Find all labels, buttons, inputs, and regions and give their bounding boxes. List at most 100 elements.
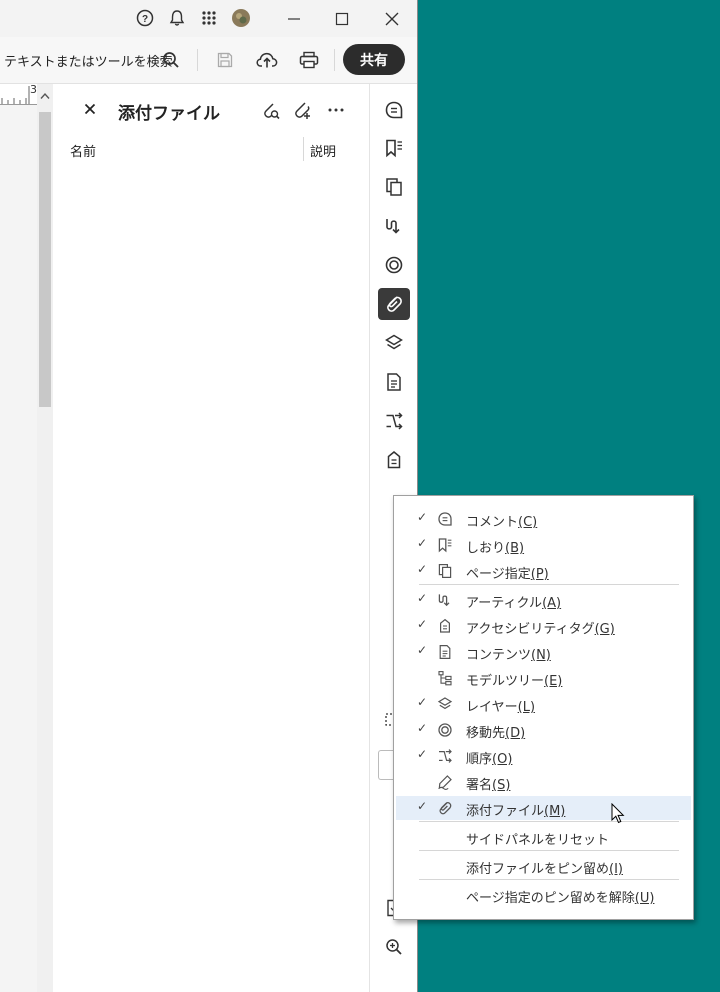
check-icon: ✓	[417, 721, 428, 735]
divider	[334, 49, 335, 71]
menu-item-label: 添付ファイルをピン留め	[466, 862, 610, 877]
order-icon	[436, 747, 454, 765]
menu-item-reset-side-panel[interactable]: サイドパネルをリセット	[396, 825, 691, 849]
close-window-button[interactable]	[368, 0, 416, 37]
menu-item-bookmarks[interactable]: ✓ しおり(B)	[396, 533, 691, 557]
tags-icon	[436, 617, 454, 635]
menu-separator	[419, 821, 679, 822]
menu-item-accel: (B)	[505, 541, 525, 556]
side-panel-context-menu: ✓ コメント(C) ✓ しおり(B) ✓ ページ指定(P) ✓ アーティクル(A…	[393, 495, 694, 920]
menu-item-accel: (L)	[517, 700, 536, 715]
check-icon: ✓	[417, 617, 428, 631]
column-header-description[interactable]: 説明	[310, 141, 336, 160]
menu-item-label: ページ指定	[466, 567, 531, 582]
acrobat-window: ? テキストまたはツールを検索 共有 3 添付ファイル 名前 説明	[0, 0, 418, 992]
scroll-up-icon[interactable]	[40, 90, 50, 103]
comment-icon[interactable]	[378, 94, 410, 126]
check-icon: ✓	[417, 510, 428, 524]
toolbar: テキストまたはツールを検索 共有	[0, 37, 417, 84]
menu-item-label: 移動先	[466, 726, 506, 741]
menu-item-accel: (G)	[594, 622, 615, 637]
help-icon[interactable]: ?	[133, 6, 157, 30]
check-icon: ✓	[417, 643, 428, 657]
menu-item-label: サイドパネルをリセット	[466, 833, 610, 848]
menu-item-content[interactable]: ✓ コンテンツ(N)	[396, 640, 691, 664]
check-icon: ✓	[417, 536, 428, 550]
search-attachment-icon[interactable]	[259, 98, 283, 122]
document-view[interactable]: 3	[0, 83, 54, 992]
menu-item-accel: (E)	[544, 674, 563, 689]
vertical-scrollbar[interactable]	[37, 84, 53, 992]
content-icon	[436, 643, 454, 661]
menu-separator	[419, 850, 679, 851]
apps-grid-icon[interactable]	[197, 6, 221, 30]
check-icon: ✓	[417, 591, 428, 605]
layers-icon[interactable]	[378, 327, 410, 359]
share-button[interactable]: 共有	[343, 44, 405, 75]
menu-item-label: ページ指定のピン留めを解除	[466, 891, 635, 906]
scrollbar-thumb[interactable]	[39, 112, 51, 407]
articles-icon	[436, 591, 454, 609]
zoom-in-icon[interactable]	[378, 931, 410, 963]
menu-separator	[419, 584, 679, 585]
destinations-icon	[436, 721, 454, 739]
column-divider[interactable]	[303, 137, 304, 161]
menu-item-comment[interactable]: ✓ コメント(C)	[396, 507, 691, 531]
menu-item-destinations[interactable]: ✓ 移動先(D)	[396, 718, 691, 742]
menu-item-accel: (P)	[530, 567, 549, 582]
comment-icon	[436, 510, 454, 528]
notification-bell-icon[interactable]	[165, 6, 189, 30]
menu-item-attachments[interactable]: ✓ 添付ファイル(M)	[396, 796, 691, 820]
menu-item-order[interactable]: ✓ 順序(O)	[396, 744, 691, 768]
minimize-button[interactable]	[270, 0, 318, 37]
maximize-button[interactable]	[318, 0, 366, 37]
menu-item-layers[interactable]: ✓ レイヤー(L)	[396, 692, 691, 716]
column-header-name[interactable]: 名前	[70, 141, 96, 160]
save-icon[interactable]	[212, 48, 238, 72]
title-bar: ?	[0, 0, 417, 37]
articles-icon[interactable]	[378, 210, 410, 242]
attachments-icon[interactable]	[378, 288, 410, 320]
ruler: 3	[0, 83, 37, 105]
bookmark-icon[interactable]	[378, 132, 410, 164]
pages-icon[interactable]	[378, 171, 410, 203]
bookmark-icon	[436, 536, 454, 554]
user-avatar[interactable]	[229, 6, 253, 30]
menu-item-model-tree[interactable]: モデルツリー(E)	[396, 666, 691, 690]
menu-item-label: コメント	[466, 515, 519, 530]
menu-item-unpin-pages[interactable]: ページ指定のピン留めを解除(U)	[396, 883, 691, 907]
menu-item-accel: (M)	[544, 804, 566, 819]
content-icon[interactable]	[378, 366, 410, 398]
menu-item-accel: (D)	[505, 726, 526, 741]
menu-item-label: モデルツリー	[466, 674, 545, 689]
menu-item-label: レイヤー	[466, 700, 518, 715]
search-input[interactable]: テキストまたはツールを検索	[4, 51, 173, 70]
signature-icon	[436, 773, 454, 791]
menu-item-label: 添付ファイル	[466, 804, 545, 819]
check-icon: ✓	[417, 747, 428, 761]
cloud-upload-icon[interactable]	[254, 48, 280, 72]
model-tree-icon	[436, 669, 454, 687]
menu-item-accel: (I)	[609, 862, 623, 877]
menu-item-accel: (A)	[542, 596, 562, 611]
menu-item-accel: (O)	[492, 752, 513, 767]
add-attachment-icon[interactable]	[290, 98, 314, 122]
more-options-icon[interactable]	[324, 98, 348, 122]
menu-item-label: 署名	[466, 778, 493, 793]
print-icon[interactable]	[296, 48, 322, 72]
menu-item-label: アクセシビリティタグ	[466, 622, 595, 637]
tags-icon[interactable]	[378, 444, 410, 476]
menu-separator	[419, 879, 679, 880]
search-icon[interactable]	[158, 48, 184, 72]
menu-item-articles[interactable]: ✓ アーティクル(A)	[396, 588, 691, 612]
menu-item-pages[interactable]: ✓ ページ指定(P)	[396, 559, 691, 583]
destinations-icon[interactable]	[378, 249, 410, 281]
svg-text:?: ?	[142, 14, 148, 25]
menu-item-signatures[interactable]: 署名(S)	[396, 770, 691, 794]
order-icon[interactable]	[378, 405, 410, 437]
menu-item-label: アーティクル	[466, 596, 543, 611]
menu-item-accessibility-tags[interactable]: ✓ アクセシビリティタグ(G)	[396, 614, 691, 638]
menu-item-pin-attachments[interactable]: 添付ファイルをピン留め(I)	[396, 854, 691, 878]
close-panel-button[interactable]	[81, 100, 99, 120]
layers-icon	[436, 695, 454, 713]
